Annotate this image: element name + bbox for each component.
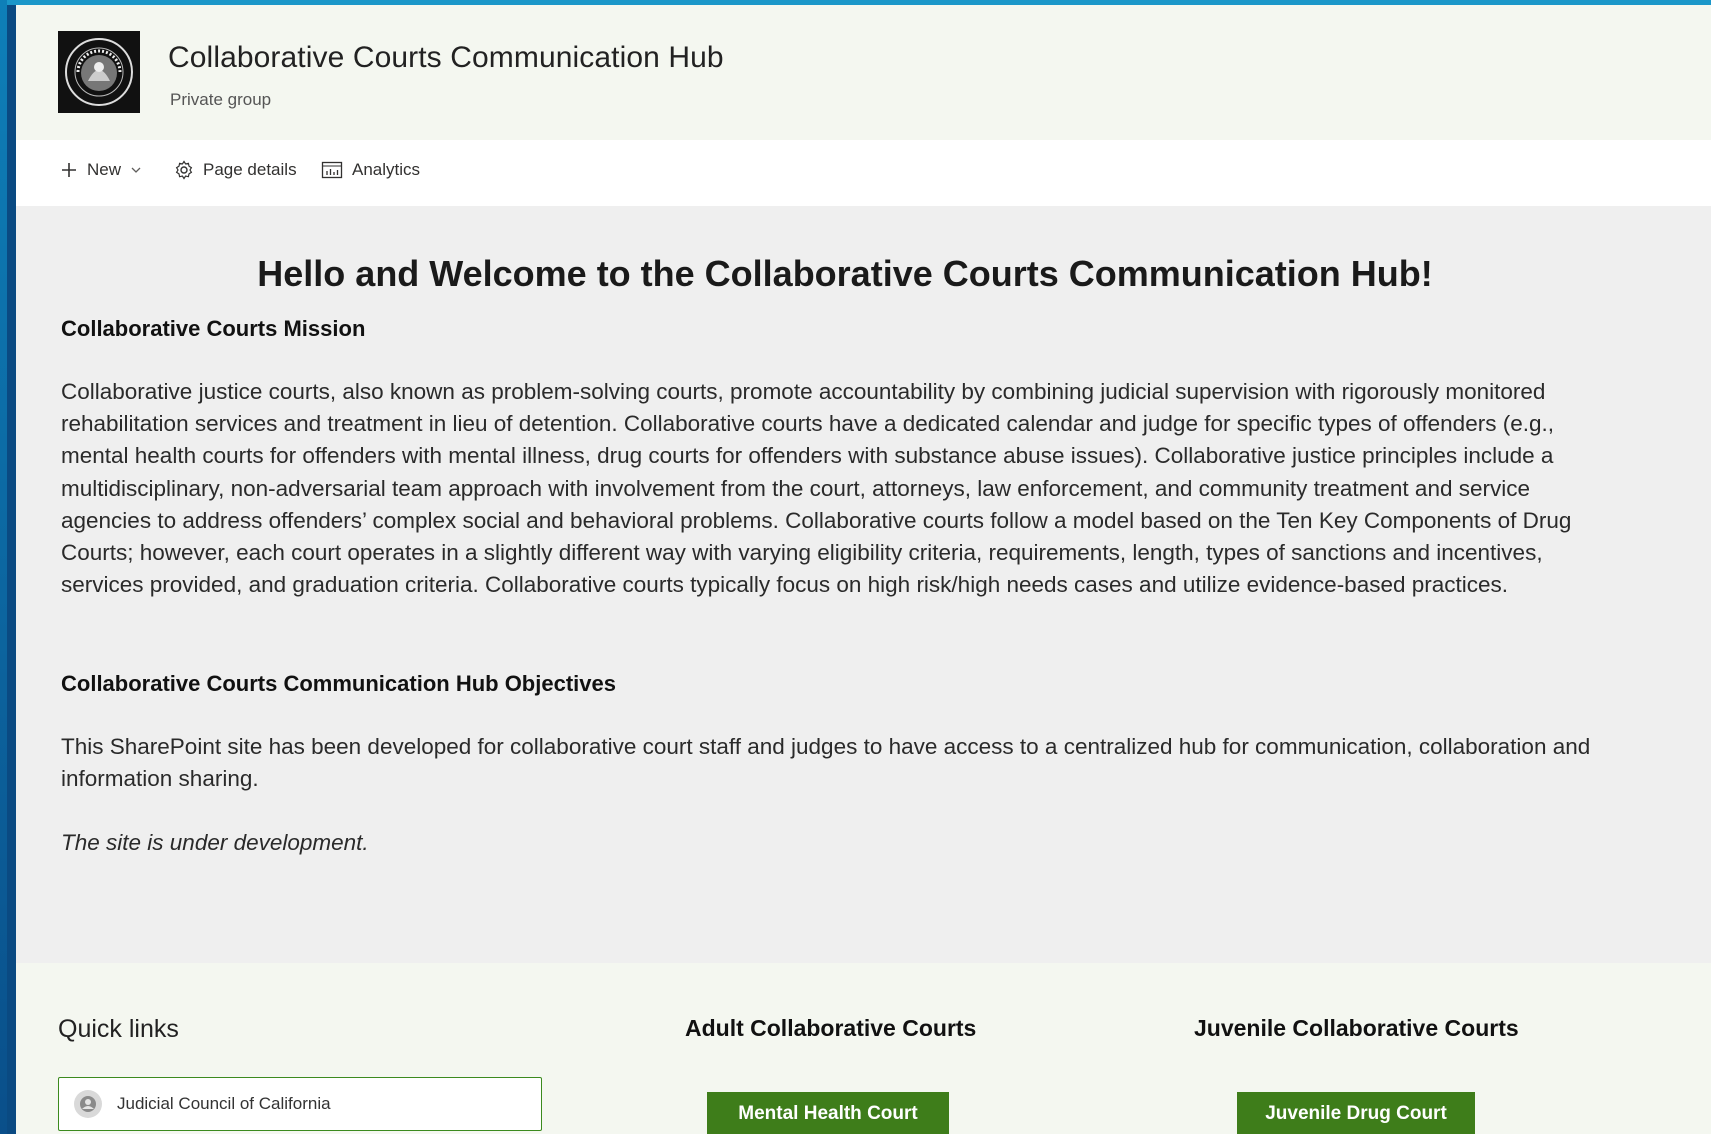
adult-courts-heading: Adult Collaborative Courts bbox=[685, 1015, 977, 1041]
site-logo[interactable] bbox=[58, 31, 140, 113]
mission-text: Collaborative justice courts, also known… bbox=[61, 379, 1572, 598]
sharepoint-page: Collaborative Courts Communication Hub P… bbox=[16, 5, 1711, 1134]
site-title[interactable]: Collaborative Courts Communication Hub bbox=[168, 41, 724, 75]
analytics-button[interactable]: Analytics bbox=[321, 160, 420, 180]
page-details-label: Page details bbox=[203, 160, 297, 179]
analytics-label: Analytics bbox=[352, 160, 421, 179]
mission-heading: Collaborative Courts Mission bbox=[61, 316, 366, 341]
window-frame-left bbox=[0, 0, 7, 1134]
site-privacy-label: Private group bbox=[170, 90, 272, 109]
analytics-icon bbox=[321, 161, 343, 179]
quick-links-title: Quick links bbox=[58, 1015, 179, 1043]
objectives-heading: Collaborative Courts Communication Hub O… bbox=[61, 671, 616, 696]
site-header: Collaborative Courts Communication Hub P… bbox=[16, 5, 1711, 140]
objectives-text: This SharePoint site has been developed … bbox=[61, 734, 1591, 792]
plus-icon bbox=[62, 163, 76, 177]
mental-health-court-button[interactable]: Mental Health Court bbox=[707, 1092, 949, 1134]
development-note: The site is under development. bbox=[61, 830, 369, 855]
quick-link-item[interactable]: Judicial Council of California bbox=[58, 1077, 542, 1131]
new-button[interactable]: New bbox=[60, 160, 142, 180]
new-button-label: New bbox=[87, 160, 122, 179]
welcome-heading: Hello and Welcome to the Collaborative C… bbox=[257, 253, 1433, 294]
gear-icon bbox=[175, 160, 193, 180]
links-section: Quick links Judicial Council of Californ… bbox=[16, 963, 1711, 1134]
command-bar: New Page details Analytics bbox=[16, 140, 1711, 206]
quick-link-label: Judicial Council of California bbox=[117, 1094, 331, 1113]
chevron-down-icon bbox=[131, 167, 141, 173]
court-seal-icon bbox=[65, 38, 133, 106]
page-details-button[interactable]: Page details bbox=[174, 160, 297, 180]
court-seal-icon bbox=[74, 1090, 102, 1118]
juvenile-drug-court-button[interactable]: Juvenile Drug Court bbox=[1237, 1092, 1475, 1134]
juvenile-courts-heading: Juvenile Collaborative Courts bbox=[1194, 1015, 1519, 1041]
